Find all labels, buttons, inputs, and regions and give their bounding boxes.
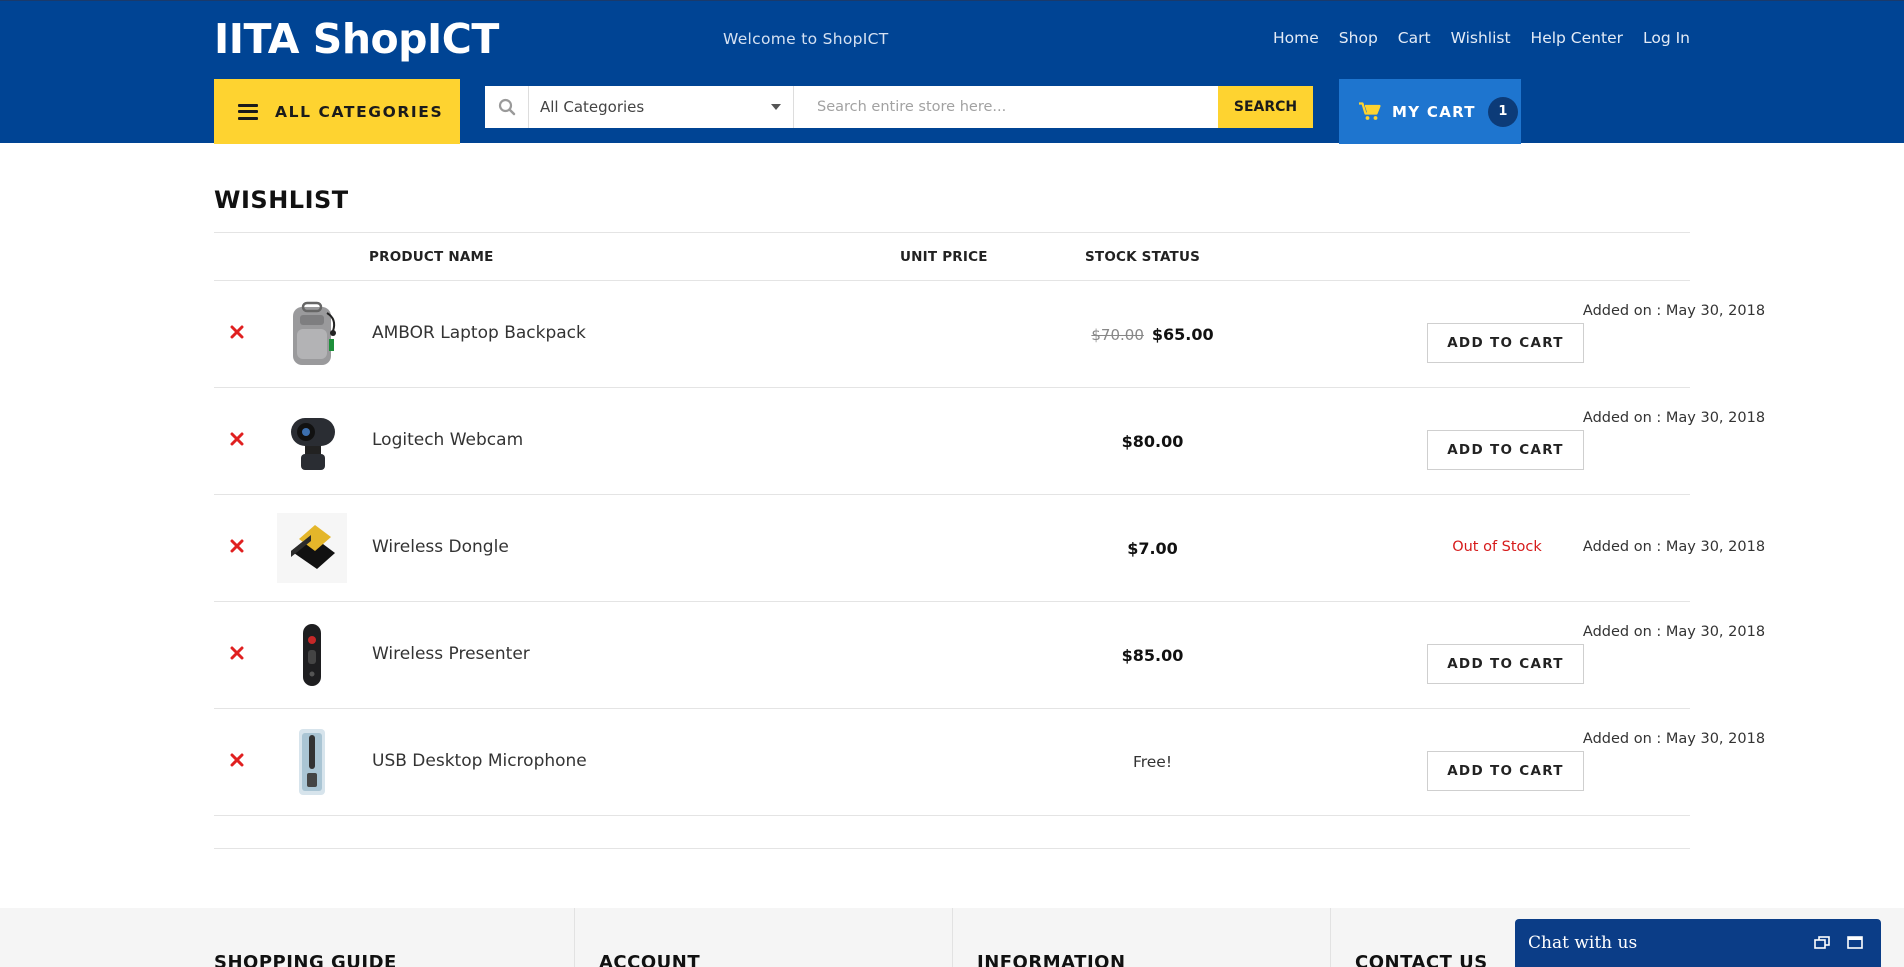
- product-name[interactable]: AMBOR Laptop Backpack: [372, 323, 586, 343]
- column-product-name: PRODUCT NAME: [369, 249, 494, 265]
- remove-icon[interactable]: [230, 539, 244, 553]
- remove-icon[interactable]: [230, 646, 244, 660]
- nav-login[interactable]: Log In: [1643, 29, 1690, 47]
- nav-home[interactable]: Home: [1273, 29, 1319, 47]
- webcam-icon[interactable]: [277, 406, 347, 476]
- footer-divider: [574, 908, 575, 967]
- remove-icon[interactable]: [230, 753, 244, 767]
- search-bar: All Categories SEARCH: [485, 86, 1313, 128]
- microphone-icon[interactable]: [277, 727, 347, 797]
- presenter-icon[interactable]: [277, 620, 347, 690]
- footer-divider: [1330, 908, 1331, 967]
- table-row: AMBOR Laptop Backpack $70.00$65.00 In St…: [214, 281, 1765, 388]
- footer-heading-information: INFORMATION: [977, 952, 1126, 967]
- search-input[interactable]: [794, 86, 1218, 128]
- nav-shop[interactable]: Shop: [1339, 29, 1378, 47]
- chat-label: Chat with us: [1528, 933, 1638, 953]
- category-select[interactable]: All Categories: [529, 86, 794, 128]
- popout-icon[interactable]: [1814, 936, 1830, 949]
- all-categories-button[interactable]: ALL CATEGORIES: [214, 79, 460, 144]
- footer-heading-shopping-guide: SHOPPING GUIDE: [214, 952, 397, 967]
- site-logo[interactable]: IITA ShopICT: [214, 15, 499, 63]
- page-title: WISHLIST: [214, 186, 349, 214]
- footer-divider: [952, 908, 953, 967]
- my-cart-button[interactable]: MY CART 1: [1339, 79, 1521, 144]
- product-name[interactable]: Logitech Webcam: [372, 430, 523, 450]
- column-stock-status: STOCK STATUS: [1085, 249, 1201, 265]
- sale-price: $65.00: [1151, 325, 1214, 344]
- nav-cart[interactable]: Cart: [1398, 29, 1431, 47]
- all-categories-label: ALL CATEGORIES: [275, 102, 444, 121]
- my-cart-label: MY CART: [1392, 102, 1476, 121]
- add-to-cart-button[interactable]: ADD TO CART: [1427, 430, 1584, 470]
- add-to-cart-button[interactable]: ADD TO CART: [1427, 644, 1584, 684]
- table-footer: [214, 816, 1690, 849]
- added-date: Added on : May 30, 2018: [1582, 624, 1766, 640]
- chat-widget[interactable]: Chat with us: [1515, 919, 1881, 967]
- remove-icon[interactable]: [230, 325, 244, 339]
- search-icon: [485, 86, 529, 128]
- old-price: $70.00: [1091, 326, 1144, 344]
- footer-heading-contact-us: CONTACT US: [1355, 952, 1488, 967]
- category-select-value: All Categories: [540, 98, 645, 116]
- nav-help-center[interactable]: Help Center: [1531, 29, 1623, 47]
- welcome-text: Welcome to ShopICT: [723, 30, 889, 48]
- nav-wishlist[interactable]: Wishlist: [1451, 29, 1511, 47]
- search-button[interactable]: SEARCH: [1218, 86, 1313, 128]
- table-row: Wireless Dongle $7.00 Out of Stock Added…: [214, 495, 1765, 602]
- remove-icon[interactable]: [230, 432, 244, 446]
- footer-heading-account: ACCOUNT: [599, 952, 701, 967]
- menu-icon: [238, 103, 258, 120]
- added-date: Added on : May 30, 2018: [1582, 539, 1766, 555]
- add-to-cart-button[interactable]: ADD TO CART: [1427, 323, 1584, 363]
- product-name[interactable]: Wireless Presenter: [372, 644, 530, 664]
- added-date: Added on : May 30, 2018: [1582, 303, 1766, 319]
- wishlist-table: PRODUCT NAME UNIT PRICE STOCK STATUS AMB…: [214, 232, 1765, 849]
- chevron-down-icon: [771, 104, 781, 110]
- top-nav: Home Shop Cart Wishlist Help Center Log …: [1273, 29, 1690, 47]
- column-unit-price: UNIT PRICE: [900, 249, 988, 265]
- product-name[interactable]: USB Desktop Microphone: [372, 751, 587, 771]
- backpack-icon[interactable]: [277, 299, 347, 369]
- table-row: USB Desktop Microphone Free! In Stock Ad…: [214, 709, 1765, 816]
- cart-icon: [1359, 102, 1381, 120]
- added-date: Added on : May 30, 2018: [1582, 731, 1766, 747]
- table-row: Logitech Webcam $80.00 In Stock Added on…: [214, 388, 1765, 495]
- table-row: Wireless Presenter $85.00 In Stock Added…: [214, 602, 1765, 709]
- added-date: Added on : May 30, 2018: [1582, 410, 1766, 426]
- add-to-cart-button[interactable]: ADD TO CART: [1427, 751, 1584, 791]
- table-header: PRODUCT NAME UNIT PRICE STOCK STATUS: [214, 232, 1690, 281]
- product-name[interactable]: Wireless Dongle: [372, 537, 509, 557]
- dongle-icon[interactable]: [277, 513, 347, 583]
- cart-count-badge: 1: [1487, 96, 1518, 127]
- maximize-icon[interactable]: [1847, 936, 1863, 949]
- site-header: IITA ShopICT Welcome to ShopICT Home Sho…: [0, 0, 1904, 144]
